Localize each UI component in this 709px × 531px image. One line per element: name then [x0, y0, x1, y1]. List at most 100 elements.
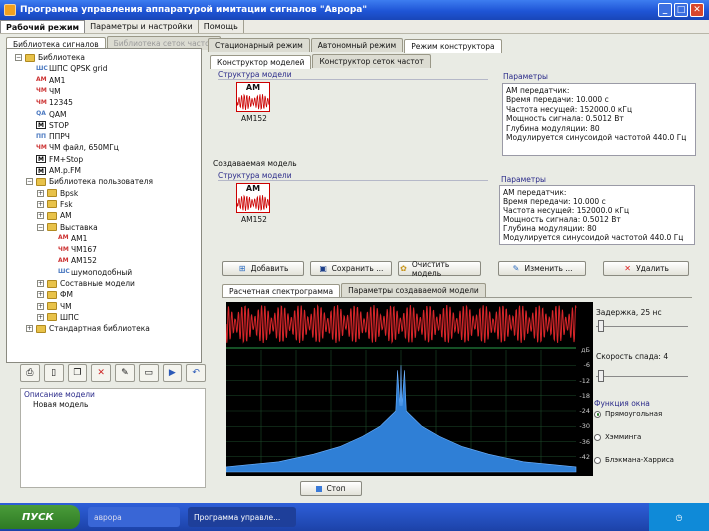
page-icon[interactable]: ▭: [138, 364, 159, 382]
folder-icon: [47, 313, 57, 322]
tree-item[interactable]: ЧМ 12345: [26, 97, 73, 108]
expand-icon[interactable]: +: [37, 313, 44, 321]
window-title: Программа управления аппаратурой имитаци…: [20, 5, 368, 15]
fm-icon: ЧМ: [36, 143, 47, 151]
delay-slider-thumb[interactable]: [598, 320, 604, 332]
tab-constructor-mode[interactable]: Режим конструктора: [404, 39, 502, 53]
tree-folder[interactable]: − Библиотека пользователя: [26, 176, 153, 187]
tab-autonomous-mode[interactable]: Автономный режим: [310, 38, 404, 52]
tree-item[interactable]: ШС шумоподобный: [48, 267, 132, 278]
tree-folder[interactable]: + ФМ: [37, 289, 73, 300]
app-window: Программа управления аппаратурой имитаци…: [0, 0, 709, 531]
tree-folder[interactable]: − Библиотека: [15, 52, 85, 63]
radio-hamming[interactable]: Хэмминга: [594, 433, 641, 441]
tab-stationary-mode[interactable]: Стационарный режим: [208, 38, 310, 52]
expand-icon[interactable]: +: [37, 189, 44, 197]
expand-icon[interactable]: +: [37, 302, 44, 310]
param-line: Время передачи: 10.000 с: [506, 95, 609, 105]
stop-icon: [316, 485, 323, 492]
maximize-icon[interactable]: □: [674, 3, 688, 17]
params-box-1: АМ передатчик: Время передачи: 10.000 с …: [502, 83, 696, 156]
model-tile-1[interactable]: AM AM152: [236, 82, 272, 123]
tab-spectrogram[interactable]: Расчетная спектрограмма: [222, 284, 341, 298]
decay-slider[interactable]: [596, 370, 688, 382]
task-app[interactable]: Программа управле...: [188, 507, 296, 527]
radio-label: Блэкмана-Харриса: [605, 456, 674, 464]
param-line: Глубина модуляции: 80: [503, 224, 597, 233]
tree-item-label: ЧМ файл, 650МГц: [49, 143, 119, 153]
tree-folder[interactable]: + ЧМ: [37, 301, 72, 312]
y-tick-label: -42: [579, 452, 590, 461]
menu-help[interactable]: Помощь: [199, 20, 244, 33]
tree-folder[interactable]: + Стандартная библиотека: [26, 323, 150, 334]
model-description: Описание модели Новая модель: [20, 388, 206, 488]
decay-slider-thumb[interactable]: [598, 370, 604, 382]
delete-button[interactable]: ✕ Удалить: [603, 261, 689, 276]
delete-icon[interactable]: ✕: [91, 364, 111, 382]
tree-folder[interactable]: + Fsk: [37, 199, 73, 210]
export-icon[interactable]: ▶: [162, 364, 183, 382]
tree-folder[interactable]: + AM: [37, 210, 72, 221]
undo-icon[interactable]: ↶: [186, 364, 206, 382]
start-button[interactable]: ПУСК: [0, 505, 80, 529]
folder-icon: [47, 302, 57, 311]
minimize-icon[interactable]: _: [658, 3, 672, 17]
expand-icon[interactable]: +: [37, 212, 44, 220]
tree-item[interactable]: M FM+Stop: [26, 154, 83, 165]
tree-item[interactable]: ПП ППРЧ: [26, 131, 70, 142]
expand-icon[interactable]: +: [37, 200, 44, 208]
clear-model-button[interactable]: ✿ Очистить модель: [398, 260, 481, 278]
save-button[interactable]: ▣ Сохранить ...: [310, 261, 392, 276]
expand-icon[interactable]: +: [37, 291, 44, 299]
tree-folder[interactable]: + ШПС: [37, 312, 79, 323]
stop-button[interactable]: Стоп: [300, 481, 362, 496]
tab-grid-constructor[interactable]: Конструктор сеток частот: [312, 54, 431, 68]
tab-model-constructor[interactable]: Конструктор моделей: [210, 55, 312, 69]
task-folder[interactable]: аврора: [88, 507, 180, 527]
tree-item[interactable]: AM AM152: [48, 255, 97, 266]
delete-x-icon: ✕: [624, 264, 631, 273]
tab-model-params[interactable]: Параметры создаваемой модели: [341, 283, 486, 297]
new-icon[interactable]: ▯: [43, 364, 64, 382]
tree-item[interactable]: ШС ШПС QPSK grid: [26, 63, 107, 74]
add-label: Добавить: [250, 264, 289, 273]
radio-blackman-harris[interactable]: Блэкмана-Харриса: [594, 456, 674, 464]
fm-icon: ЧМ: [36, 98, 47, 106]
expand-icon[interactable]: +: [26, 325, 33, 333]
tree-item-label: шумоподобный: [71, 267, 133, 277]
collapse-icon[interactable]: −: [26, 178, 33, 186]
copy-icon[interactable]: ❐: [67, 364, 88, 382]
stop-label: Стоп: [326, 484, 346, 493]
system-tray: ◷: [649, 503, 709, 531]
tree-item-label: ШПС QPSK grid: [49, 64, 108, 74]
tree-item[interactable]: AM AM1: [26, 75, 65, 86]
edit-button[interactable]: ✎ Изменить ...: [498, 261, 586, 276]
spectrogram-plot[interactable]: [225, 302, 593, 476]
edit-icon[interactable]: ✎: [115, 364, 135, 382]
tree-item[interactable]: M STOP: [26, 120, 69, 131]
tree-item[interactable]: ЧМ ЧМ167: [48, 244, 97, 255]
delete-label: Удалить: [636, 264, 669, 273]
tree-folder[interactable]: − Выставка: [37, 222, 98, 233]
tree-item[interactable]: AM AM1: [48, 233, 87, 244]
collapse-icon[interactable]: −: [15, 54, 22, 61]
tree-item[interactable]: QA QAM: [26, 109, 66, 120]
tree-folder[interactable]: + Составные модели: [37, 278, 135, 289]
model-tile-2[interactable]: AM AM152: [236, 183, 272, 224]
radio-rectangular[interactable]: Прямоугольная: [594, 410, 662, 418]
delay-slider[interactable]: [596, 320, 688, 332]
tree-item[interactable]: ЧМ ЧМ файл, 650МГц: [26, 142, 119, 153]
tree-item[interactable]: M AM.p.FM: [26, 165, 81, 176]
tree-item[interactable]: ЧМ ЧМ: [26, 86, 61, 97]
tree-item-label: 12345: [49, 98, 73, 108]
menu-settings[interactable]: Параметры и настройки: [85, 20, 199, 33]
print-icon[interactable]: ⎙: [20, 364, 40, 382]
collapse-icon[interactable]: −: [37, 223, 44, 231]
constructor-tabs: Конструктор моделей Конструктор сеток ча…: [210, 54, 432, 69]
menu-work-mode[interactable]: Рабочий режим: [0, 20, 86, 33]
add-button[interactable]: ⊞ Добавить: [222, 261, 304, 276]
expand-icon[interactable]: +: [37, 280, 44, 287]
folder-icon: [47, 211, 57, 220]
close-icon[interactable]: ✕: [690, 3, 704, 17]
tree-folder[interactable]: + Bpsk: [37, 188, 78, 199]
